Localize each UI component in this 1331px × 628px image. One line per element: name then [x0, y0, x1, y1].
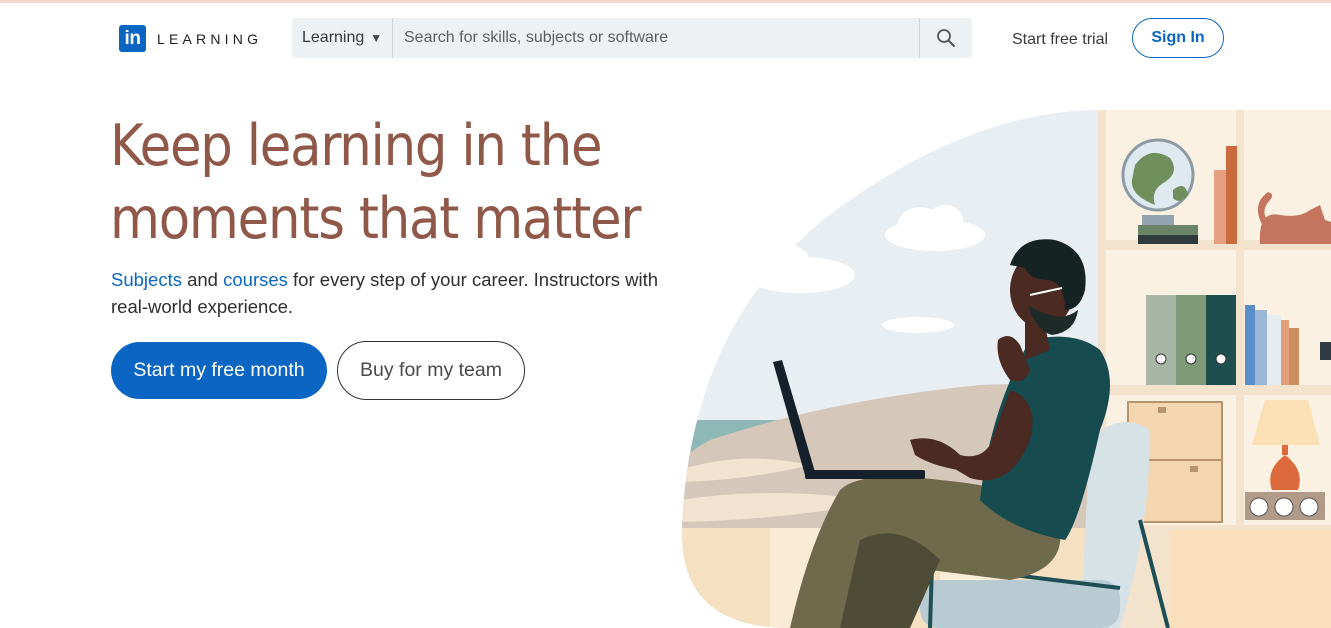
hero-subtitle: Subjects and courses for every step of y…: [111, 266, 681, 320]
search-button[interactable]: [919, 18, 972, 58]
hero-title: Keep learning in the moments that matter: [110, 110, 690, 256]
hero-illustration: [681, 110, 1331, 628]
search-category-dropdown[interactable]: Learning ▼: [292, 18, 393, 58]
linkedin-icon: in: [119, 25, 146, 52]
linkedin-learning-logo[interactable]: in LEARNING: [119, 25, 262, 52]
logo-text: LEARNING: [157, 30, 263, 47]
search-category-label: Learning: [302, 29, 365, 46]
search-input[interactable]: [393, 18, 919, 58]
caret-down-icon: ▼: [370, 31, 383, 45]
courses-link[interactable]: courses: [223, 269, 288, 290]
start-free-trial-link[interactable]: Start free trial: [1012, 31, 1108, 49]
sign-in-button[interactable]: Sign In: [1132, 18, 1224, 58]
site-header: in LEARNING Learning ▼ Start free trial …: [0, 3, 1331, 75]
subjects-link[interactable]: Subjects: [111, 269, 182, 290]
search-icon: [937, 29, 955, 47]
hero-title-line-1: Keep learning in the: [110, 113, 603, 179]
search-bar: Learning ▼: [292, 18, 972, 58]
subtitle-text: and: [181, 269, 224, 290]
illustration-scene: [681, 110, 1331, 628]
start-free-month-button[interactable]: Start my free month: [111, 342, 327, 399]
hero-title-line-2: moments that matter: [110, 186, 641, 252]
buy-for-team-button[interactable]: Buy for my team: [337, 341, 525, 400]
